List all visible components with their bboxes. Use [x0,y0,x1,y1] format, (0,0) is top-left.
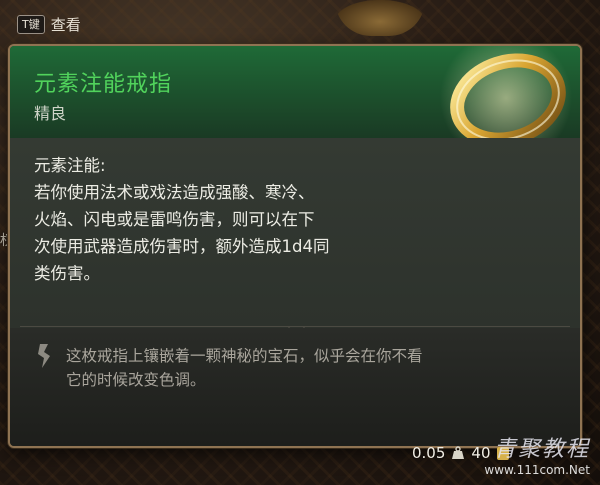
watermark: 青聚教程 www.111com.Net [484,431,590,477]
tooltip-lore-section: 这枚戒指上镶嵌着一颗神秘的宝石，似乎会在你不看 它的时候改变色调。 [10,328,580,446]
watermark-url: www.111com.Net [484,463,590,477]
description-line: 火焰、闪电或是雷鸣伤害，则可以在下 [34,210,315,229]
section-divider [20,326,570,327]
item-name: 元素注能戒指 [34,72,173,97]
inspect-label: 查看 [50,16,81,34]
description-line: 元素注能: [34,156,106,175]
lore-line: 它的时候改变色调。 [66,371,206,389]
watermark-title: 青聚教程 [493,437,590,462]
description-line: 次使用武器造成伤害时，额外造成1d4同 [34,237,330,256]
item-rarity: 精良 [34,104,67,123]
item-tooltip: 元素注能戒指 精良 元素注能: 若你使用法术或戏法造成强酸、寒冷、 火焰、闪电或… [8,44,582,448]
item-lore: 这枚戒指上镶嵌着一颗神秘的宝石，似乎会在你不看 它的时候改变色调。 [66,344,566,392]
quill-icon [38,344,50,368]
lore-line: 这枚戒指上镶嵌着一颗神秘的宝石，似乎会在你不看 [66,347,423,365]
tooltip-header: 元素注能戒指 精良 [10,46,580,164]
weight-value: 0.05 [412,444,446,462]
tooltip-body: 元素注能: 若你使用法术或戏法造成强酸、寒冷、 火焰、闪电或是雷鸣伤害，则可以在… [10,138,580,328]
description-line: 类伤害。 [34,264,100,283]
description-line: 若你使用法术或戏法造成强酸、寒冷、 [34,183,315,202]
inspect-key-hint[interactable]: T键 查看 [17,14,81,35]
weight-icon [452,446,465,459]
keybind-badge: T键 [17,15,45,34]
item-description: 元素注能: 若你使用法术或戏法造成强酸、寒冷、 火焰、闪电或是雷鸣伤害，则可以在… [34,152,454,287]
